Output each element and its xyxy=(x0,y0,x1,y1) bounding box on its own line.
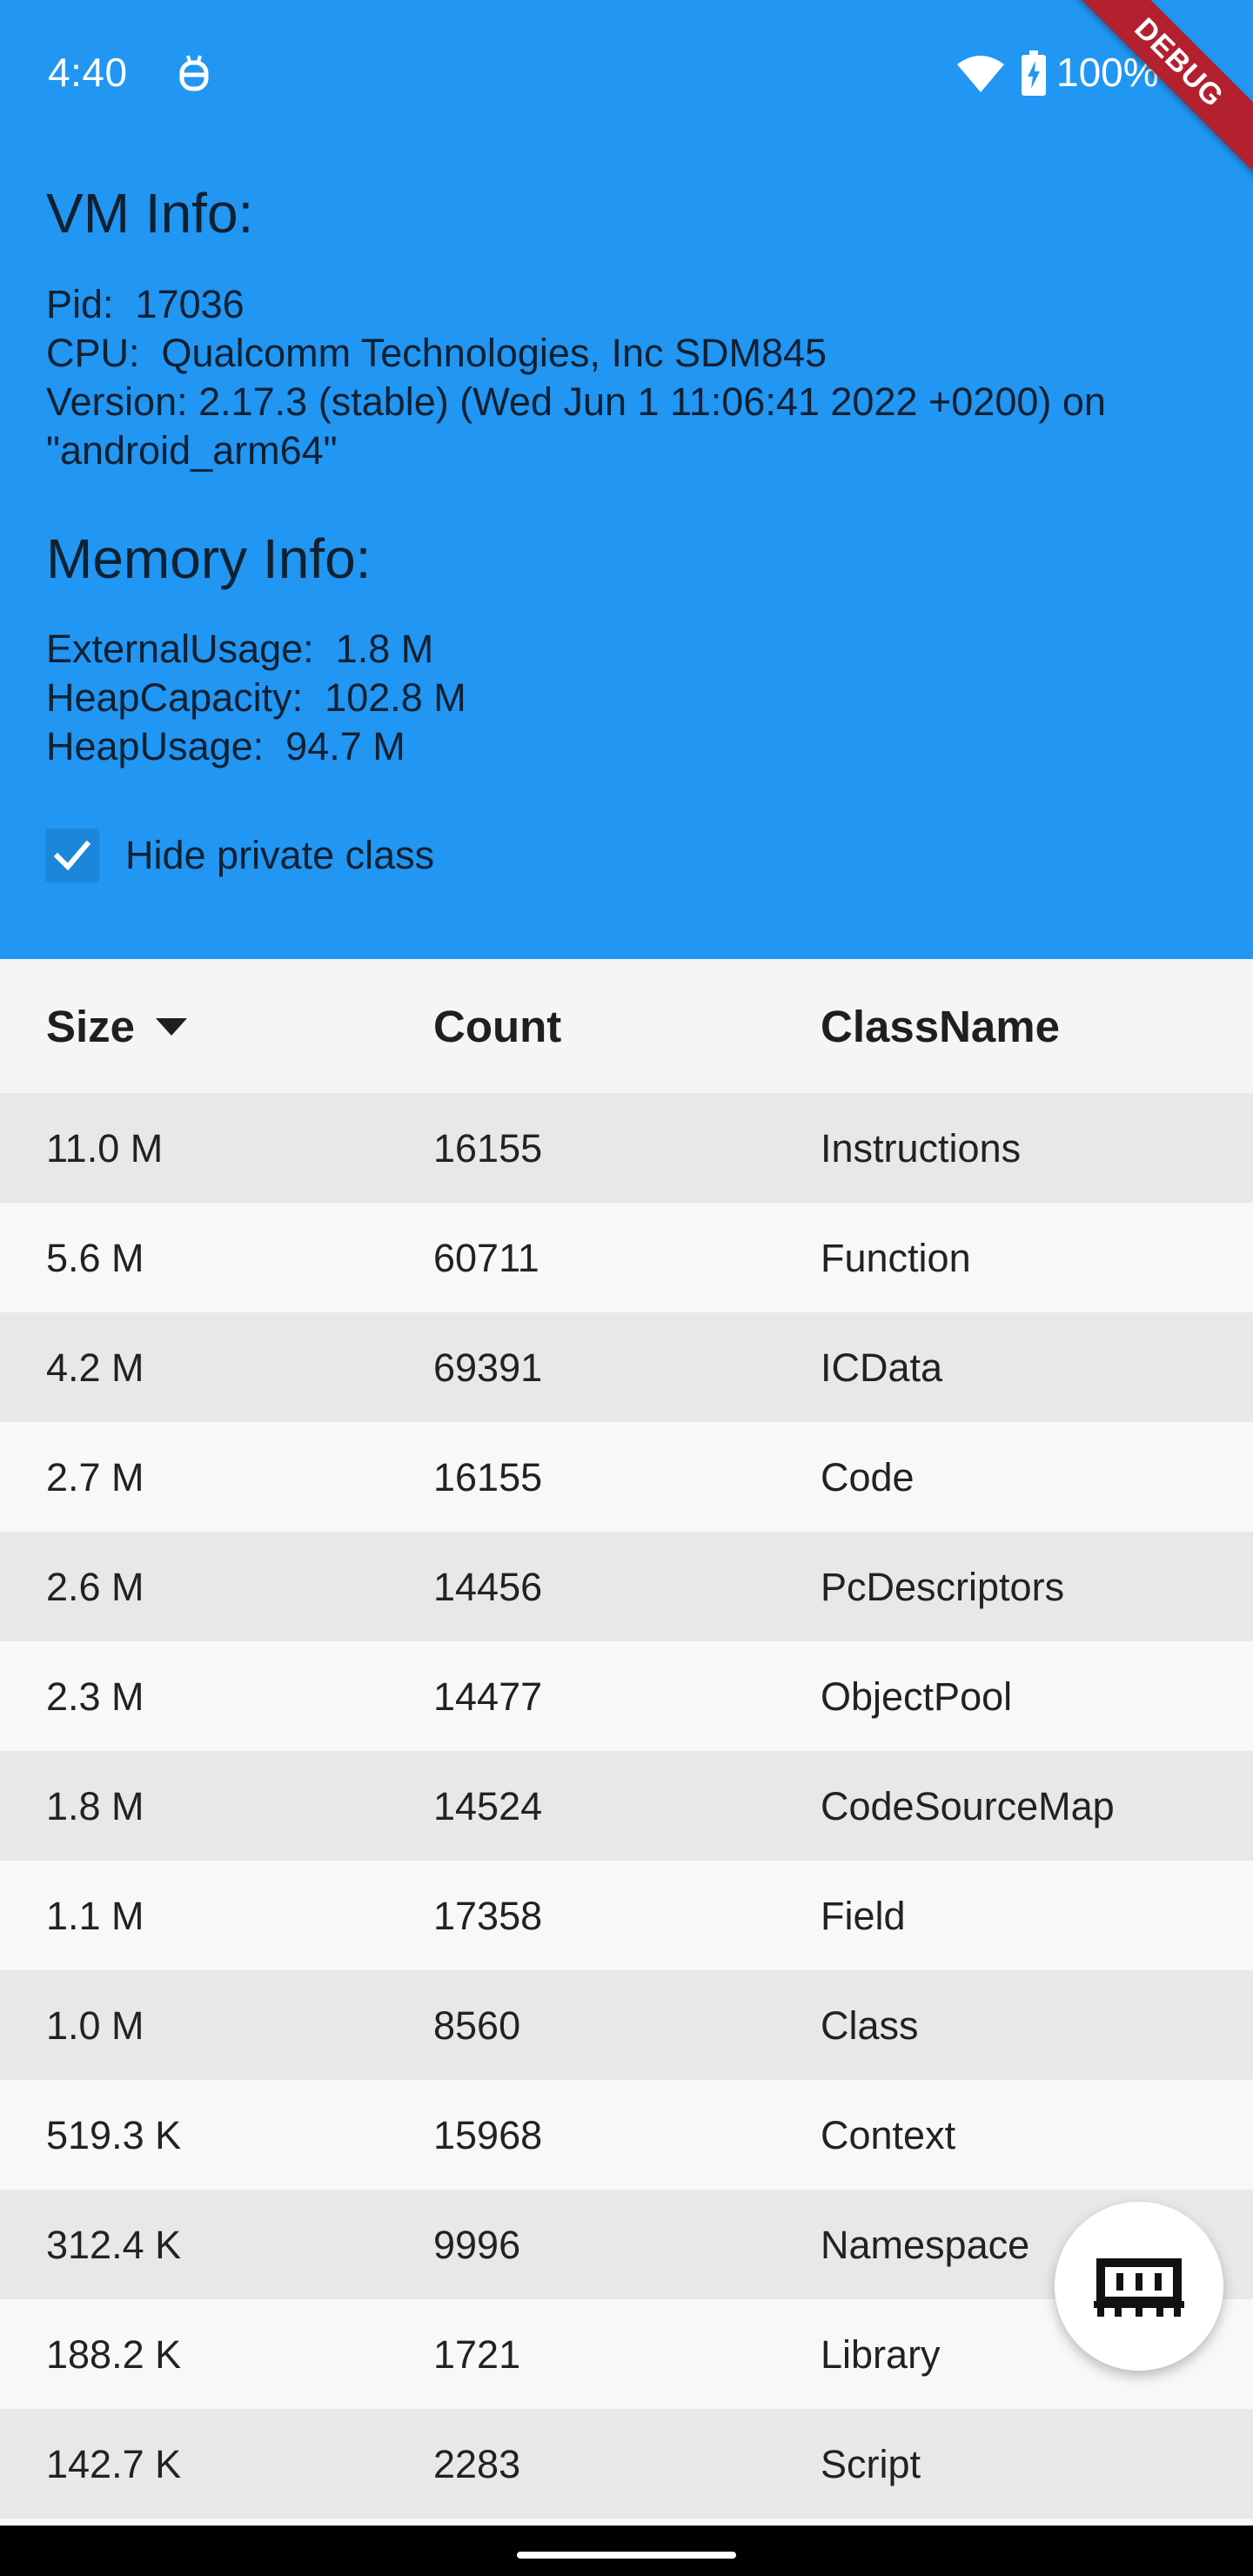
cell-size: 1.0 M xyxy=(46,2003,144,2048)
cell-count: 17358 xyxy=(433,1894,543,1938)
check-icon xyxy=(53,840,91,871)
cell-size: 312.4 K xyxy=(46,2223,182,2267)
table-row: 1.0 M 8560 Class xyxy=(0,1970,1253,2080)
table-header: Size Count ClassName xyxy=(0,959,1253,1093)
cell-classname: Class xyxy=(821,2003,919,2048)
cell-count: 8560 xyxy=(433,2003,521,2048)
cell-classname: Field xyxy=(821,1894,906,1938)
cell-classname: CodeSourceMap xyxy=(821,1784,1115,1828)
column-header-count[interactable]: Count xyxy=(433,1001,561,1052)
cell-classname: Library xyxy=(821,2332,941,2377)
column-header-classname[interactable]: ClassName xyxy=(821,1001,1060,1052)
screen: 4:40 100% DEBUG VM Info: Pid: 17036 CPU:… xyxy=(0,0,1253,2576)
gesture-nav-handle[interactable] xyxy=(517,2552,736,2559)
hide-private-checkbox[interactable] xyxy=(45,828,99,882)
cell-size: 1.1 M xyxy=(46,1894,144,1938)
table-row: 4.2 M 69391 ICData xyxy=(0,1312,1253,1422)
cell-size: 2.6 M xyxy=(46,1565,144,1609)
cpu-text: CPU: Qualcomm Technologies, Inc SDM845 xyxy=(46,331,828,375)
wifi-icon xyxy=(957,56,1004,92)
android-debug-icon xyxy=(179,55,209,91)
cell-classname: Function xyxy=(821,1236,971,1280)
table-row: 11.0 M 16155 Instructions xyxy=(0,1093,1253,1203)
cell-classname: ICData xyxy=(821,1345,943,1390)
table-row: 1.8 M 14524 CodeSourceMap xyxy=(0,1751,1253,1861)
memory-fab-button[interactable] xyxy=(1055,2202,1223,2371)
external-usage-text: ExternalUsage: 1.8 M xyxy=(46,627,434,671)
cell-count: 16155 xyxy=(433,1455,543,1499)
cell-classname: Code xyxy=(821,1455,915,1499)
heap-capacity-text: HeapCapacity: 102.8 M xyxy=(46,675,466,720)
cell-size: 519.3 K xyxy=(46,2113,182,2157)
table-row: 5.6 M 60711 Function xyxy=(0,1203,1253,1312)
heap-usage-text: HeapUsage: 94.7 M xyxy=(46,724,405,768)
cell-count: 9996 xyxy=(433,2223,521,2267)
table-row: 2.6 M 14456 PcDescriptors xyxy=(0,1532,1253,1641)
cell-size: 11.0 M xyxy=(46,1126,164,1171)
cell-size: 5.6 M xyxy=(46,1236,144,1280)
memory-chip-icon xyxy=(1094,2258,1184,2317)
cell-size: 188.2 K xyxy=(46,2332,182,2377)
memory-info-title: Memory Info: xyxy=(46,527,372,590)
pid-text: Pid: 17036 xyxy=(46,282,245,326)
cell-count: 16155 xyxy=(433,1126,543,1171)
cell-classname: ObjectPool xyxy=(821,1674,1013,1719)
cell-size: 2.3 M xyxy=(46,1674,144,1719)
table-row: 2.3 M 14477 ObjectPool xyxy=(0,1641,1253,1751)
cell-count: 15968 xyxy=(433,2113,543,2157)
cell-size: 1.8 M xyxy=(46,1784,144,1828)
cell-count: 14477 xyxy=(433,1674,543,1719)
table-row: 142.7 K 2283 Script xyxy=(0,2409,1253,2519)
cell-count: 14456 xyxy=(433,1565,543,1609)
cell-count: 1721 xyxy=(433,2332,521,2377)
battery-charging-icon xyxy=(1022,50,1046,96)
cell-size: 2.7 M xyxy=(46,1455,144,1499)
table-row: 519.3 K 15968 Context xyxy=(0,2080,1253,2190)
status-bar: 4:40 100% xyxy=(0,0,1253,148)
info-header: 4:40 100% DEBUG VM Info: Pid: 17036 CPU:… xyxy=(0,0,1253,959)
sort-arrow-down-icon xyxy=(156,1017,188,1036)
vm-info-title: VM Info: xyxy=(46,182,254,245)
cell-count: 14524 xyxy=(433,1784,543,1828)
cell-count: 2283 xyxy=(433,2442,521,2486)
version-text: Version: 2.17.3 (stable) (Wed Jun 1 11:0… xyxy=(46,379,1106,473)
column-header-size[interactable]: Size xyxy=(46,1001,189,1052)
column-header-size-label: Size xyxy=(46,1002,136,1051)
cell-size: 142.7 K xyxy=(46,2442,182,2486)
status-time: 4:40 xyxy=(48,50,128,95)
cell-classname: Namespace xyxy=(821,2223,1030,2267)
cell-count: 69391 xyxy=(433,1345,543,1390)
cell-classname: Script xyxy=(821,2442,921,2486)
cell-size: 4.2 M xyxy=(46,1345,144,1390)
cell-classname: Instructions xyxy=(821,1126,1022,1171)
hide-private-label: Hide private class xyxy=(125,833,435,877)
cell-count: 60711 xyxy=(433,1236,539,1280)
cell-classname: Context xyxy=(821,2113,956,2157)
hide-private-class-toggle[interactable]: Hide private class xyxy=(45,827,434,884)
cell-classname: PcDescriptors xyxy=(821,1565,1065,1609)
table-row: 2.7 M 16155 Code xyxy=(0,1422,1253,1532)
table-row: 1.1 M 17358 Field xyxy=(0,1861,1253,1970)
navigation-bar xyxy=(0,2526,1253,2576)
